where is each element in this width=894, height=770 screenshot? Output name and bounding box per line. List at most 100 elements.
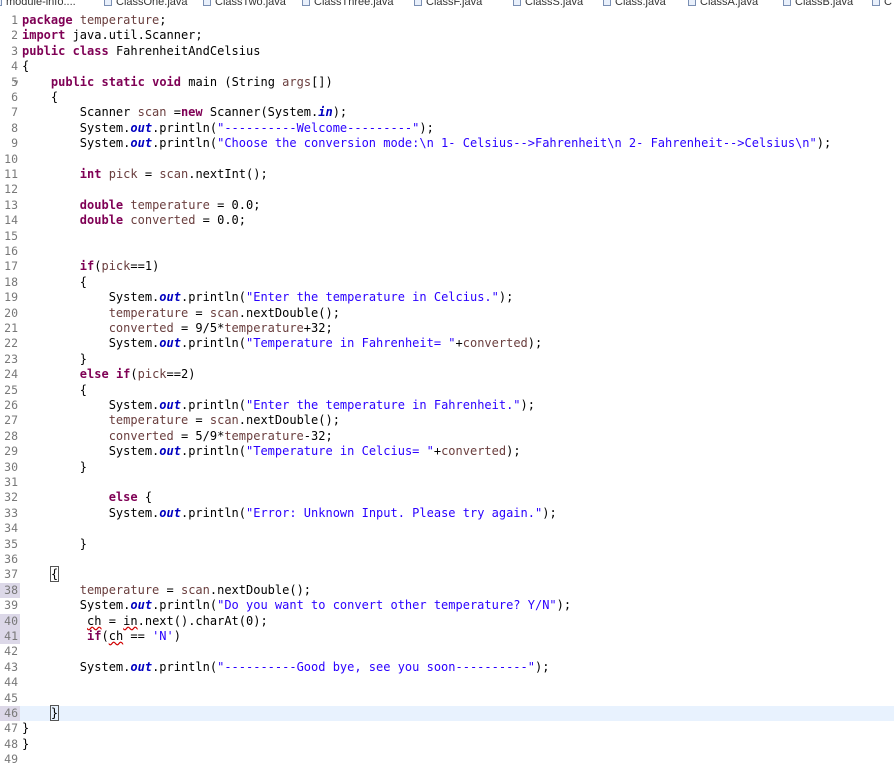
code-line[interactable]: 17 if(pick==1) (0, 259, 894, 274)
code-line[interactable]: 13 double temperature = 0.0; (0, 198, 894, 213)
tab-classs[interactable]: ClassS.java (513, 0, 583, 8)
tab-classtwo[interactable]: ClassTwo.java (203, 0, 286, 8)
line-number: 24 (4, 367, 18, 382)
line-number: 45 (4, 690, 18, 705)
code-line[interactable]: 22 System.out.println("Temperature in Fa… (0, 336, 894, 351)
line-number: 1 (11, 13, 18, 27)
code-text: if(pick==1) (79, 259, 160, 274)
tab-label: Class.java (615, 0, 666, 8)
line-number: 9 (11, 136, 18, 151)
code-line[interactable]: 27 temperature = scan.nextDouble(); (0, 413, 894, 428)
code-line[interactable]: 24 else if(pick==2) (0, 367, 894, 382)
line-number: 14 (4, 213, 18, 228)
line-number: 23 (4, 351, 18, 366)
java-file-icon (688, 0, 696, 7)
java-file-icon (783, 0, 791, 7)
code-text: double temperature = 0.0; (79, 197, 261, 212)
line-number: 13 (4, 197, 18, 212)
code-line[interactable]: 2 import java.util.Scanner; (0, 28, 894, 43)
code-line[interactable]: 10 (0, 152, 894, 167)
tab-class[interactable]: Class.java (603, 0, 666, 8)
tab-classone[interactable]: ClassOne.java (104, 0, 188, 8)
code-text: public class FahrenheitAndCelsius (22, 43, 261, 58)
code-line[interactable]: 33 System.out.println("Error: Unknown In… (0, 506, 894, 521)
code-line[interactable]: 1 package temperature; (0, 13, 894, 28)
code-line[interactable]: 4{ (0, 59, 894, 74)
code-line[interactable]: 49 (0, 752, 894, 767)
code-line[interactable]: 14 double converted = 0.0; (0, 213, 894, 228)
code-line[interactable]: 21 converted = 9/5*temperature+32; (0, 321, 894, 336)
code-line[interactable]: 28 converted = 5/9*temperature-32; (0, 429, 894, 444)
line-number: 49 (4, 752, 18, 767)
tab-classa[interactable]: ClassA.java (688, 0, 758, 8)
code-editor[interactable]: 1 package temperature; 2 import java.util.S… (0, 12, 894, 770)
code-text: System.out.println("Do you want to conve… (22, 598, 572, 613)
line-number: 44 (4, 675, 18, 690)
tab-classthree[interactable]: ClassThree.java (302, 0, 394, 8)
code-line[interactable]: 19 System.out.println("Enter the tempera… (0, 290, 894, 305)
code-line[interactable]: 23 } (0, 352, 894, 367)
code-line[interactable]: 30 } (0, 460, 894, 475)
line-number: 11 (4, 167, 18, 181)
code-line[interactable]: 26 System.out.println("Enter the tempera… (0, 398, 894, 413)
code-line[interactable]: 7 Scanner scan =new Scanner(System.in); (0, 105, 894, 120)
line-number: 3 (11, 43, 18, 58)
tab-classf[interactable]: ClassF.java (414, 0, 482, 8)
tab-classb[interactable]: ClassB.java (783, 0, 853, 8)
code-line[interactable]: 38 temperature = scan.nextDouble(); (0, 582, 894, 599)
code-line[interactable]: 8 System.out.println("----------Welcome-… (0, 121, 894, 136)
code-line[interactable]: 45 (0, 691, 894, 706)
tab-module-info[interactable]: module-info.... (0, 0, 76, 8)
code-line[interactable]: 6 { (0, 90, 894, 105)
code-line[interactable]: 36 (0, 552, 894, 567)
line-number: 43 (4, 659, 18, 674)
code-line[interactable]: 12 (0, 182, 894, 197)
code-text: if(ch == 'N') (87, 629, 181, 643)
code-line[interactable]: 15 (0, 229, 894, 244)
code-text: } (22, 536, 88, 551)
code-line[interactable]: 11 int pick = scan.nextInt(); (0, 167, 894, 182)
fold-toggle-icon[interactable]: ⊖ (14, 75, 18, 90)
code-line[interactable]: 20 temperature = scan.nextDouble(); (0, 306, 894, 321)
code-text: } (49, 705, 60, 721)
text-cursor (58, 706, 60, 719)
code-line[interactable]: 46 } (0, 705, 894, 722)
line-number: 30 (4, 459, 18, 474)
code-line[interactable]: 5 ⊖ public static void main (String args[… (0, 75, 894, 90)
code-line[interactable]: 16 (0, 244, 894, 259)
line-number: 18 (4, 274, 18, 289)
code-line[interactable]: 44 (0, 675, 894, 690)
line-number: 16 (4, 244, 18, 258)
code-line[interactable]: 48} (0, 737, 894, 752)
tab-label: ClassThree.java (314, 0, 394, 8)
code-line[interactable]: 25 { (0, 383, 894, 398)
tab-overflow[interactable]: C (872, 0, 892, 8)
code-line[interactable]: 32 else { (0, 490, 894, 505)
code-line[interactable]: 35 } (0, 537, 894, 552)
line-number: 8 (11, 120, 18, 135)
code-text: converted = 9/5*temperature+32; (108, 321, 333, 335)
code-line[interactable]: 40 ch = in.next().charAt(0); (0, 613, 894, 629)
code-line[interactable]: 34 (0, 521, 894, 536)
code-line[interactable]: 42 (0, 644, 894, 659)
code-line[interactable]: 3 public class FahrenheitAndCelsius (0, 44, 894, 59)
code-line[interactable]: 18 { (0, 275, 894, 290)
code-text: { (49, 566, 60, 583)
code-text: { (22, 274, 88, 289)
code-text: System.out.println("Temperature in Celci… (22, 444, 521, 459)
code-line[interactable]: 47} (0, 721, 894, 736)
line-number: 22 (4, 336, 18, 351)
code-text: else if(pick==2) (79, 367, 196, 382)
code-text: public static void main (String args[]) (50, 74, 333, 89)
code-line[interactable]: 39 System.out.println("Do you want to co… (0, 598, 894, 613)
line-number: 36 (4, 552, 18, 566)
line-number: 25 (4, 382, 18, 397)
code-line[interactable]: 43 System.out.println("----------Good by… (0, 660, 894, 675)
code-line[interactable]: 29 System.out.println("Temperature in Ce… (0, 444, 894, 459)
code-line[interactable]: 31 (0, 475, 894, 490)
code-line[interactable]: 9 System.out.println("Choose the convers… (0, 136, 894, 151)
code-text: System.out.println("----------Good bye, … (22, 659, 550, 674)
line-number: 39 (4, 598, 18, 613)
code-line[interactable]: 37 { (0, 566, 894, 583)
code-line[interactable]: 41 if(ch == 'N') (0, 629, 894, 645)
